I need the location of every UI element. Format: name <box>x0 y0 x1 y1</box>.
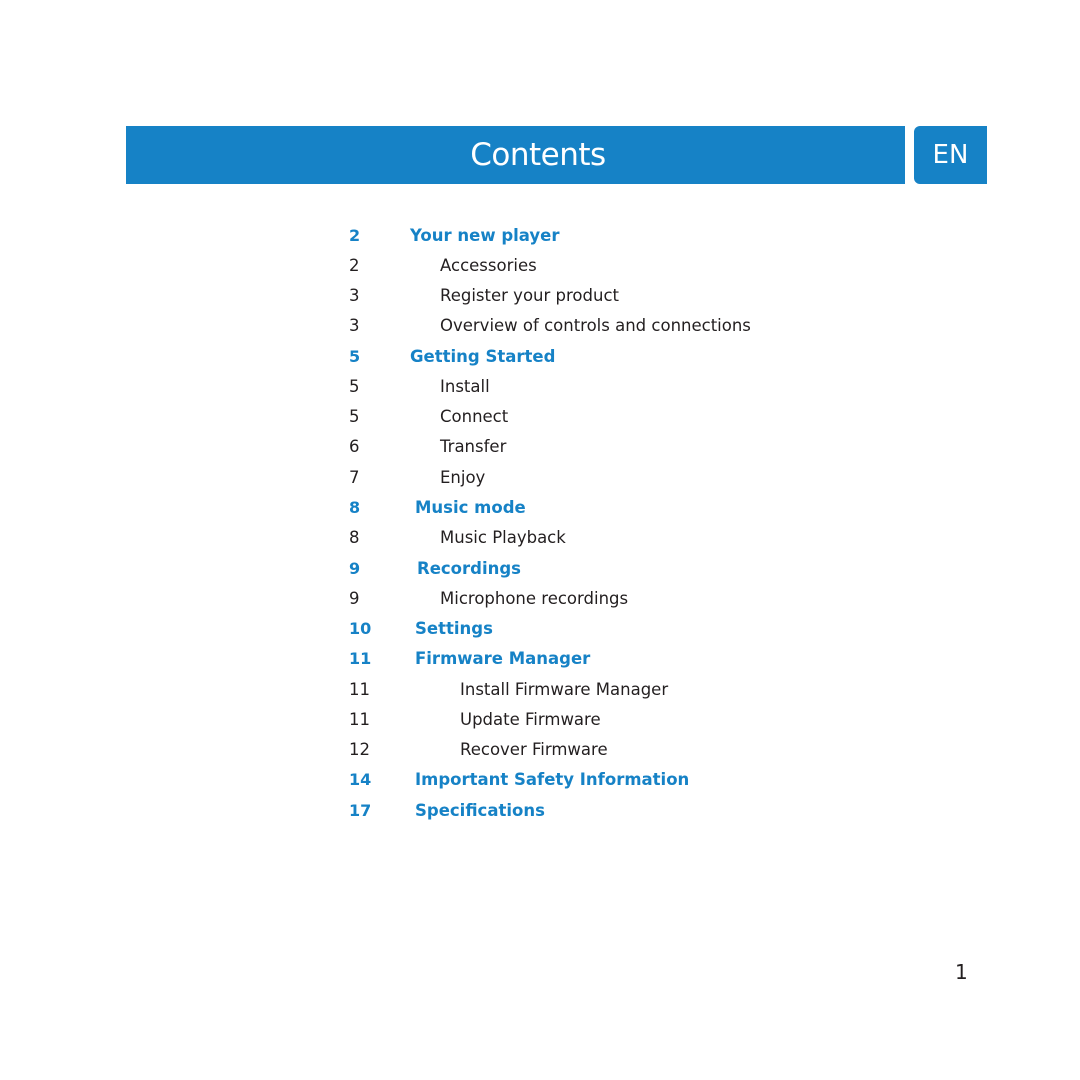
toc-page-number: 7 <box>349 468 360 487</box>
toc-page-number: 2 <box>349 256 360 275</box>
toc-section-title: Specifications <box>415 801 545 820</box>
language-tab[interactable]: EN <box>914 126 987 184</box>
toc-page-number: 14 <box>349 770 372 789</box>
toc-page-number: 5 <box>349 407 360 426</box>
toc-section-title: Recordings <box>417 559 521 578</box>
toc-subsection-title: Enjoy <box>440 468 486 487</box>
toc-page-number: 2 <box>349 226 361 245</box>
toc-page-number: 11 <box>349 710 370 729</box>
toc-section-title: Settings <box>415 619 493 638</box>
contents-header-bar: Contents <box>126 126 905 184</box>
toc-page-number: 3 <box>349 286 360 305</box>
toc-page-number: 11 <box>349 680 370 699</box>
toc-page-number: 11 <box>349 649 372 668</box>
toc-subsection-title: Transfer <box>440 437 507 456</box>
toc-subsection-title: Update Firmware <box>460 710 601 729</box>
toc-page-number: 8 <box>349 498 361 517</box>
toc-page-number: 8 <box>349 528 360 547</box>
toc-section-title: Important Safety Information <box>415 770 690 789</box>
toc-page-number: 3 <box>349 316 360 335</box>
toc-page-number: 9 <box>349 589 360 608</box>
toc-page-number: 12 <box>349 740 370 759</box>
toc-subsection-title: Overview of controls and connections <box>440 316 751 335</box>
toc-subsection-title: Music Playback <box>440 528 566 547</box>
toc-section-title: Firmware Manager <box>415 649 591 668</box>
toc-page-number: 17 <box>349 801 372 820</box>
toc-section-title: Music mode <box>415 498 526 517</box>
toc-subsection-title: Accessories <box>440 256 537 275</box>
toc-subsection-title: Recover Firmware <box>460 740 608 759</box>
page-number: 1 <box>955 960 968 984</box>
toc-page-number: 5 <box>349 347 361 366</box>
page-title: Contents <box>470 137 606 173</box>
toc-subsection-title: Microphone recordings <box>440 589 629 608</box>
toc-page-number: 5 <box>349 377 360 396</box>
toc-subsection-title: Connect <box>440 407 509 426</box>
toc-subsection-title: Install <box>440 377 490 396</box>
toc-page-number: 10 <box>349 619 372 638</box>
toc-subsection-title: Install Firmware Manager <box>460 680 669 699</box>
toc-section-title: Getting Started <box>410 347 556 366</box>
toc-subsection-title: Register your product <box>440 286 619 305</box>
toc-page-number: 9 <box>349 559 361 578</box>
toc-page-number: 6 <box>349 437 360 456</box>
toc-section-title: Your new player <box>410 226 560 245</box>
